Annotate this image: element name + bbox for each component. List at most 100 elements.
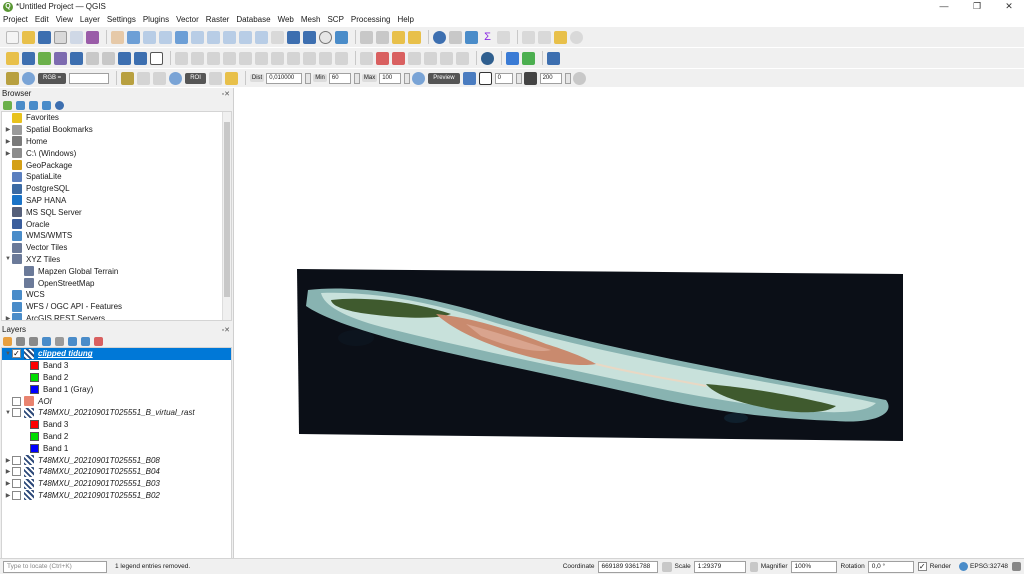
- style-manager-icon[interactable]: [86, 30, 99, 44]
- layer-item[interactable]: ▼ T48MXU_20210901T025551_B_virtual_rast: [2, 407, 231, 419]
- georeferencer-icon[interactable]: [481, 51, 494, 65]
- refresh-icon[interactable]: [335, 30, 348, 44]
- zoom-next-icon[interactable]: [255, 30, 268, 44]
- select-tool-icon[interactable]: [150, 51, 163, 65]
- refresh-icon[interactable]: [16, 100, 25, 110]
- expand-arrow-icon[interactable]: ▶: [4, 492, 12, 499]
- new-bookmark-icon[interactable]: [287, 30, 300, 44]
- layer-item[interactable]: ▶ T48MXU_20210901T025551_B04: [2, 466, 231, 478]
- layer-visibility-checkbox[interactable]: [12, 408, 21, 418]
- preview-size-icon[interactable]: [523, 71, 537, 85]
- remove-layer-icon[interactable]: [94, 336, 103, 346]
- browser-item[interactable]: Oracle: [2, 218, 231, 230]
- redo-icon[interactable]: [335, 51, 348, 65]
- layer-visibility-checkbox[interactable]: [12, 479, 21, 489]
- preview-size-input[interactable]: 200: [539, 72, 562, 84]
- menu-scp[interactable]: SCP: [327, 15, 343, 24]
- zoom-in-icon[interactable]: [143, 30, 156, 44]
- transparency-input[interactable]: 0: [494, 72, 513, 84]
- maximize-button[interactable]: ❐: [962, 0, 992, 13]
- copy-features-icon[interactable]: [287, 51, 300, 65]
- messages-icon[interactable]: [1012, 562, 1021, 571]
- layer-visibility-checkbox[interactable]: [12, 467, 21, 477]
- browser-item[interactable]: WFS / OGC API - Features: [2, 301, 231, 313]
- browser-item[interactable]: SpatiaLite: [2, 171, 231, 183]
- settings-gear-icon[interactable]: [465, 30, 478, 44]
- layer-visibility-checkbox[interactable]: [12, 396, 21, 406]
- expand-arrow-icon[interactable]: ▼: [4, 256, 12, 262]
- menu-help[interactable]: Help: [397, 15, 413, 24]
- roi-add-icon[interactable]: [224, 71, 238, 85]
- expand-all-icon[interactable]: [68, 336, 77, 346]
- expand-arrow-icon[interactable]: ▼: [4, 351, 12, 357]
- layer-visibility-checkbox[interactable]: ✓: [12, 349, 21, 359]
- menu-web[interactable]: Web: [278, 15, 294, 24]
- zoom-full-icon[interactable]: [175, 30, 188, 44]
- delete-selected-icon[interactable]: [255, 51, 268, 65]
- zoom-native-icon[interactable]: [223, 30, 236, 44]
- add-group-icon[interactable]: [16, 336, 25, 346]
- layer-visibility-checkbox[interactable]: [12, 455, 21, 465]
- new-geopackage-layer-icon[interactable]: [22, 51, 35, 65]
- data-source-manager-icon[interactable]: [6, 51, 19, 65]
- select-features-icon[interactable]: [392, 30, 405, 44]
- minimize-button[interactable]: —: [929, 0, 959, 13]
- plugin-blue-icon[interactable]: [547, 51, 560, 65]
- new-print-layout-icon[interactable]: [54, 30, 67, 44]
- plugin-green-icon[interactable]: [522, 51, 535, 65]
- collapse-all-icon[interactable]: [42, 100, 51, 110]
- pan-map-icon[interactable]: [111, 30, 124, 44]
- transparency-spinner[interactable]: [515, 72, 522, 84]
- scp-zoom-icon[interactable]: [22, 71, 35, 85]
- expand-arrow-icon[interactable]: ▶: [4, 315, 12, 320]
- roi-grow-icon[interactable]: [137, 71, 151, 85]
- menu-database[interactable]: Database: [236, 15, 270, 24]
- temporal-controller-icon[interactable]: [319, 30, 332, 44]
- expand-arrow-icon[interactable]: ▼: [4, 410, 12, 416]
- browser-item[interactable]: Mapzen Global Terrain: [2, 265, 231, 277]
- preview-size-spinner[interactable]: [564, 72, 571, 84]
- add-mesh-layer-icon[interactable]: [134, 51, 147, 65]
- crs-label[interactable]: EPSG:32748: [970, 563, 1008, 570]
- min-input[interactable]: 60: [328, 72, 351, 84]
- open-project-icon[interactable]: [22, 30, 35, 44]
- min-spinner[interactable]: [353, 72, 360, 84]
- statistics-sigma-icon[interactable]: Σ: [481, 31, 494, 44]
- magnifier-input[interactable]: 100%: [790, 560, 837, 573]
- render-checkbox[interactable]: ✓: [917, 562, 927, 571]
- layer-visibility-checkbox[interactable]: [12, 490, 21, 500]
- legend-band-item[interactable]: Band 2: [2, 372, 231, 384]
- move-label-icon[interactable]: [424, 51, 437, 65]
- menu-settings[interactable]: Settings: [107, 15, 136, 24]
- scale-bar-icon[interactable]: [538, 30, 551, 44]
- collapse-all-icon[interactable]: [81, 336, 90, 346]
- add-raster-layer-icon[interactable]: [54, 51, 67, 65]
- show-bookmarks-icon[interactable]: [303, 30, 316, 44]
- add-feature-icon[interactable]: [223, 51, 236, 65]
- filter-icon[interactable]: [29, 100, 38, 110]
- save-edits-icon[interactable]: [207, 51, 220, 65]
- expand-arrow-icon[interactable]: ▶: [4, 457, 12, 464]
- zoom-out-icon[interactable]: [159, 30, 172, 44]
- crs-globe-icon[interactable]: [959, 562, 969, 571]
- vertex-tool-icon[interactable]: [239, 51, 252, 65]
- filter-legend-icon[interactable]: [42, 336, 51, 346]
- menu-layer[interactable]: Layer: [80, 15, 100, 24]
- menu-plugins[interactable]: Plugins: [143, 15, 169, 24]
- browser-scrollbar[interactable]: [222, 112, 231, 320]
- legend-band-item[interactable]: Band 1: [2, 442, 231, 454]
- legend-band-item[interactable]: Band 3: [2, 360, 231, 372]
- expand-arrow-icon[interactable]: ▶: [4, 468, 12, 475]
- show-layout-manager-icon[interactable]: [70, 30, 83, 44]
- browser-item[interactable]: Favorites: [2, 112, 231, 124]
- style-layer-icon[interactable]: [3, 336, 12, 346]
- filter-by-expression-icon[interactable]: [55, 336, 64, 346]
- dist-spinner[interactable]: [305, 72, 312, 84]
- open-attribute-table-icon[interactable]: [376, 30, 389, 44]
- identify-features-icon[interactable]: [360, 30, 373, 44]
- preview-button[interactable]: Preview: [428, 72, 460, 84]
- panel-float-close-icon[interactable]: ▫✕: [222, 326, 233, 334]
- change-label-icon[interactable]: [456, 51, 469, 65]
- toggle-extents-icon[interactable]: [661, 561, 672, 572]
- text-annotation-icon[interactable]: [522, 30, 535, 44]
